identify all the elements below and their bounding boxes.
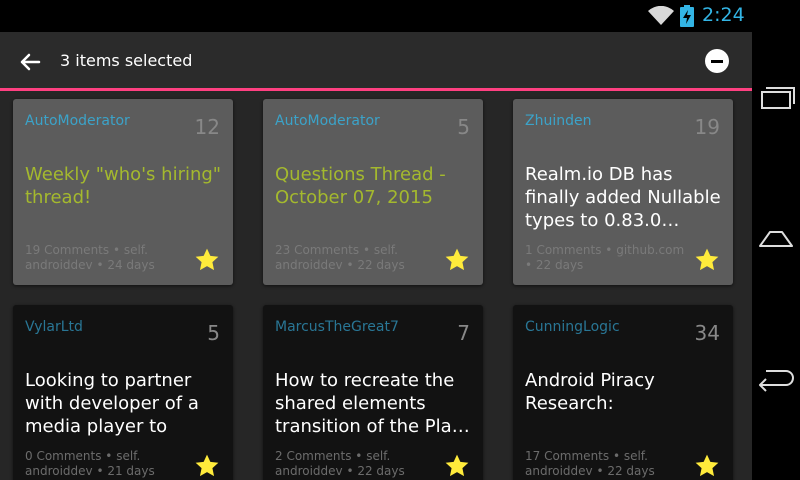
post-meta-line2: androiddev • 24 days xyxy=(25,258,155,272)
post-meta: 1 Comments • github.com • 22 days xyxy=(525,243,690,273)
selection-count-title: 3 items selected xyxy=(60,51,193,70)
star-icon[interactable] xyxy=(194,453,220,479)
post-meta-line1: 17 Comments • self. xyxy=(525,449,648,463)
post-card[interactable]: MarcusTheGreat7 7 How to recreate the shar… xyxy=(263,305,483,480)
star-icon[interactable] xyxy=(694,453,720,479)
post-title: Weekly "who's hiring" thread! xyxy=(25,164,222,208)
star-icon[interactable] xyxy=(694,247,720,273)
post-author[interactable]: CunningLogic xyxy=(525,319,620,335)
post-meta: 17 Comments • self. androiddev • 22 days xyxy=(525,449,690,479)
post-card[interactable]: CunningLogic 34 Android Piracy Research: 17… xyxy=(513,305,733,480)
post-score: 34 xyxy=(694,321,720,345)
post-score: 7 xyxy=(457,321,470,345)
post-meta-line2: androiddev • 21 days xyxy=(25,464,155,478)
minus-circle-icon[interactable] xyxy=(705,49,729,73)
post-meta: 19 Comments • self. androiddev • 24 days xyxy=(25,243,190,273)
battery-icon xyxy=(680,5,694,27)
post-meta-line1: 1 Comments • github.com xyxy=(525,243,685,257)
post-card[interactable]: Zhuinden 19 Realm.io DB has finally added … xyxy=(513,99,733,285)
post-meta: 2 Comments • self. androiddev • 22 days xyxy=(275,449,440,479)
status-bar: 2:24 xyxy=(0,0,752,32)
post-meta-line1: 23 Comments • self. xyxy=(275,243,398,257)
post-title: How to recreate the shared elements tran… xyxy=(275,370,470,437)
recent-apps-icon[interactable] xyxy=(756,78,796,118)
posts-grid[interactable]: AutoModerator 12 Weekly "who's hiring" thr… xyxy=(0,91,752,480)
post-meta: 0 Comments • self. androiddev • 21 days xyxy=(25,449,190,479)
star-icon[interactable] xyxy=(444,247,470,273)
post-title: Questions Thread - October 07, 2015 xyxy=(275,164,446,208)
post-meta: 23 Comments • self. androiddev • 22 days xyxy=(275,243,440,273)
post-title: Looking to partner with developer of a m… xyxy=(25,370,199,437)
post-card[interactable]: AutoModerator 5 Questions Thread - October… xyxy=(263,99,483,285)
post-author[interactable]: VylarLtd xyxy=(25,319,83,335)
post-card[interactable]: AutoModerator 12 Weekly "who's hiring" thr… xyxy=(13,99,233,285)
post-author[interactable]: AutoModerator xyxy=(25,113,130,129)
post-score: 5 xyxy=(207,321,220,345)
navigation-bar xyxy=(752,0,800,480)
post-card[interactable]: VylarLtd 5 Looking to partner with develop… xyxy=(13,305,233,480)
post-meta-line1: 2 Comments • self. xyxy=(275,449,391,463)
wifi-icon xyxy=(648,6,674,25)
post-meta-line1: 0 Comments • self. xyxy=(25,449,141,463)
post-meta-line1: 19 Comments • self. xyxy=(25,243,148,257)
post-score: 12 xyxy=(194,115,220,139)
post-meta-line2: androiddev • 22 days xyxy=(525,464,655,478)
post-meta-line2: androiddev • 22 days xyxy=(275,464,405,478)
post-author[interactable]: MarcusTheGreat7 xyxy=(275,319,399,335)
post-score: 5 xyxy=(457,115,470,139)
clock: 2:24 xyxy=(702,4,745,26)
action-bar: 3 items selected xyxy=(0,32,752,88)
star-icon[interactable] xyxy=(194,247,220,273)
post-score: 19 xyxy=(694,115,720,139)
post-meta-line2: androiddev • 22 days xyxy=(275,258,405,272)
post-author[interactable]: Zhuinden xyxy=(525,113,591,129)
post-author[interactable]: AutoModerator xyxy=(275,113,380,129)
post-title: Realm.io DB has finally added Nullable t… xyxy=(525,164,721,231)
back-icon[interactable] xyxy=(756,358,796,398)
post-meta-line2: • 22 days xyxy=(525,258,584,272)
arrow-left-icon[interactable] xyxy=(18,50,42,74)
post-title: Android Piracy Research: xyxy=(525,370,655,414)
home-icon[interactable] xyxy=(756,218,796,258)
star-icon[interactable] xyxy=(444,453,470,479)
